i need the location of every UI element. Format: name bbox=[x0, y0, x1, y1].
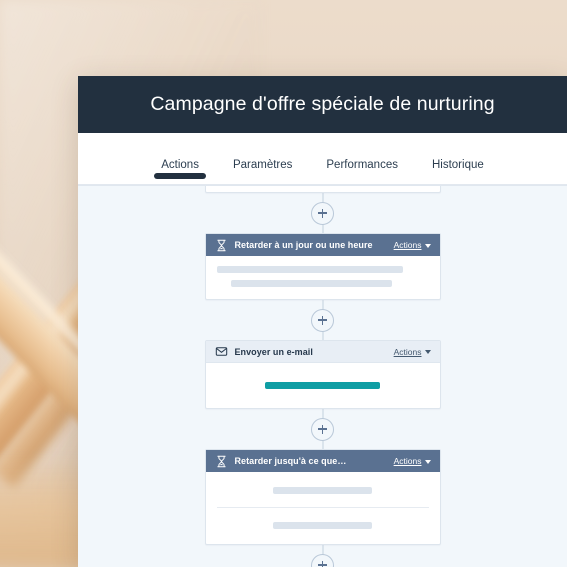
card-body bbox=[206, 363, 440, 408]
card-header: Retarder jusqu'à ce que… Actions bbox=[205, 450, 440, 472]
card-title: Envoyer un e-mail bbox=[234, 346, 313, 357]
add-step-connector bbox=[205, 409, 441, 449]
card-actions-label: Actions bbox=[393, 240, 422, 250]
card-body bbox=[206, 256, 440, 299]
workflow-step-card[interactable]: Retarder jusqu'à ce que… Actions bbox=[204, 449, 441, 545]
page-title: Campagne d'offre spéciale de nurturing bbox=[150, 93, 495, 115]
add-step-button[interactable] bbox=[311, 201, 334, 225]
hourglass-icon bbox=[216, 455, 226, 467]
envelope-icon bbox=[215, 347, 227, 356]
workflow-step-card[interactable]: Retarder à un jour ou une heure Actions bbox=[204, 233, 441, 300]
card-header: Retarder à un jour ou une heure Actions bbox=[205, 234, 440, 256]
tab-active-indicator bbox=[154, 173, 207, 179]
tab-actions[interactable]: Actions bbox=[144, 133, 216, 179]
chevron-down-icon bbox=[424, 243, 431, 248]
tab-parametres[interactable]: Paramètres bbox=[216, 133, 309, 171]
placeholder-bar bbox=[216, 266, 404, 273]
add-step-button[interactable] bbox=[311, 417, 334, 441]
tab-bar: Actions Paramètres Performances Historiq… bbox=[78, 133, 567, 185]
placeholder-bar bbox=[272, 487, 373, 494]
card-title: Retarder à un jour ou une heure bbox=[234, 240, 373, 250]
workflow-step-list: Retarder à un jour ou une heure Actions bbox=[204, 186, 441, 567]
card-actions-label: Actions bbox=[393, 346, 422, 357]
card-actions-dropdown[interactable]: Actions bbox=[394, 456, 431, 466]
card-title: Retarder jusqu'à ce que… bbox=[234, 456, 347, 466]
add-step-connector bbox=[205, 193, 441, 233]
card-actions-dropdown[interactable]: Actions bbox=[394, 347, 431, 357]
tab-historique-label: Historique bbox=[431, 159, 484, 171]
add-step-button[interactable] bbox=[311, 308, 334, 332]
workflow-step-card[interactable]: Envoyer un e-mail Actions bbox=[204, 340, 441, 409]
card-actions-label: Actions bbox=[393, 456, 422, 466]
placeholder-bar-accent bbox=[265, 382, 380, 389]
card-body-divider bbox=[216, 507, 429, 508]
workflow-canvas-inner: Retarder à un jour ou une heure Actions bbox=[78, 186, 567, 567]
tab-parametres-label: Paramètres bbox=[232, 159, 293, 171]
card-body bbox=[206, 472, 440, 544]
placeholder-bar bbox=[272, 522, 373, 529]
tab-historique[interactable]: Historique bbox=[415, 133, 501, 171]
card-header: Envoyer un e-mail Actions bbox=[205, 341, 440, 363]
workflow-step-card-partial[interactable] bbox=[204, 186, 441, 193]
card-actions-dropdown[interactable]: Actions bbox=[394, 240, 431, 250]
workflow-canvas: Retarder à un jour ou une heure Actions bbox=[78, 185, 567, 567]
add-step-connector bbox=[205, 300, 441, 340]
screenshot-stage: Campagne d'offre spéciale de nurturing A… bbox=[0, 0, 567, 567]
add-step-button[interactable] bbox=[311, 553, 334, 567]
app-header: Campagne d'offre spéciale de nurturing bbox=[78, 76, 567, 133]
chevron-down-icon bbox=[424, 459, 431, 464]
chevron-down-icon bbox=[424, 350, 431, 354]
tab-performances-label: Performances bbox=[326, 159, 398, 171]
hourglass-icon bbox=[216, 239, 226, 251]
add-step-connector bbox=[205, 545, 441, 567]
placeholder-bar bbox=[231, 280, 393, 287]
app-window: Campagne d'offre spéciale de nurturing A… bbox=[78, 76, 567, 567]
tab-performances[interactable]: Performances bbox=[309, 133, 415, 171]
tab-actions-label: Actions bbox=[161, 159, 199, 171]
